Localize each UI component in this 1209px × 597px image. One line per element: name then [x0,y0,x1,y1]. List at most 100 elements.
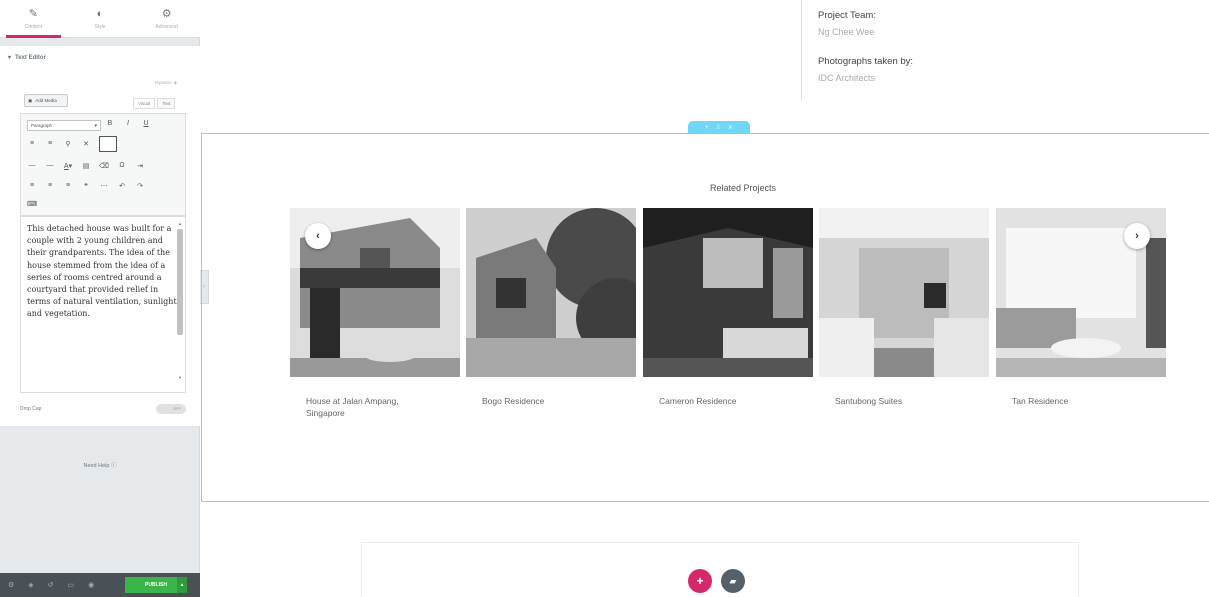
need-help-link[interactable]: Need Help ⓘ [0,461,200,469]
scroll-down-icon[interactable]: ▼ [177,375,183,381]
add-section-button[interactable]: + [688,569,712,593]
tab-advanced[interactable]: ⚙ Advanced [133,0,200,37]
numbered-list-icon[interactable]: ≡ [45,140,55,152]
plus-icon: + [696,574,704,588]
visual-tab[interactable]: Visual [133,98,156,109]
gear-icon: ⚙ [161,8,172,20]
text-editor-area[interactable]: This detached house was built for a coup… [20,216,186,393]
project-name-5[interactable]: Tan Residence [1012,395,1142,407]
paste-text-icon[interactable]: ▤ [81,162,91,170]
project-name-4[interactable]: Santubong Suites [835,395,965,407]
dynamic-tags-label: Dynamic [155,80,173,85]
project-image-4[interactable] [819,208,989,377]
caret-down-icon: ▾ [8,55,12,61]
editor-toolbar: Paragraph ▾ B I U ≡ ≡ ⚲ ✕ — — A▾ ▤ ⌫ Ω ⇥ … [20,113,186,216]
preview-icon[interactable]: ◉ [88,581,94,589]
help-icon: ⓘ [111,463,117,469]
carousel-prev-button[interactable]: ‹ [305,223,331,249]
link-icon[interactable]: ⚲ [63,140,73,152]
add-section-area [361,542,1079,597]
toolbar-row-1: B I U [105,120,151,127]
tab-advanced-label: Advanced [155,24,178,30]
tab-content[interactable]: ✎ Content [0,0,67,38]
align-right-icon[interactable]: ≡ [63,182,73,190]
italic-icon[interactable]: I [123,120,133,127]
project-team-label: Project Team: [818,10,876,21]
toolbar-toggle-box[interactable] [99,136,117,152]
photos-value: IDC Architects [818,73,876,83]
strikethrough-icon[interactable]: — [27,162,37,170]
chevron-up-icon[interactable]: ▴ [177,577,187,593]
text-color-icon[interactable]: A▾ [63,162,73,170]
section-header[interactable]: ▾ Text Editor [8,54,46,61]
underline-icon[interactable]: U [141,120,151,127]
template-library-button[interactable]: ▰ [721,569,745,593]
indent-icon[interactable]: ⇥ [135,162,145,170]
bullet-list-icon[interactable]: ≡ [27,140,37,152]
format-select-value: Paragraph [31,123,53,128]
special-char-icon[interactable]: Ω [117,162,127,170]
keyboard-icon[interactable]: ⌨ [27,200,37,208]
bold-icon[interactable]: B [105,120,115,127]
drop-cap-control: Drop Cap OFF [20,404,186,414]
format-select[interactable]: Paragraph ▾ [27,120,101,131]
add-media-button[interactable]: ▣ Add Media [24,94,68,107]
layers-icon[interactable]: ◈ [28,581,33,589]
project-team-value: Ng Chee Wee [818,27,875,37]
drag-handle-icon[interactable]: ⁞⁞ [717,125,720,131]
panel-footer: ⚙ ◈ ↺ ▭ ◉ PUBLISH ▴ [0,573,200,597]
related-projects-title: Related Projects [709,183,777,193]
editor-panel: ✎ Content ◐ Style ⚙ Advanced ▾ Text Edito… [0,0,200,597]
undo-icon[interactable]: ↶ [117,182,127,190]
dynamic-tags-button[interactable]: Dynamic ◈ [155,80,177,86]
carousel-next-button[interactable]: › [1124,223,1150,249]
tab-style-label: Style [94,24,106,30]
chevron-right-icon: › [1135,230,1139,242]
pencil-icon: ✎ [28,8,38,20]
editor-mode-tabs: Visual Text [133,98,176,109]
unlink-icon[interactable]: ✕ [81,140,91,152]
project-name-3[interactable]: Cameron Residence [659,395,789,407]
toolbar-row-5: ⌨ [27,200,37,208]
need-help-label: Need Help [83,463,110,469]
more-icon[interactable]: ⋯ [99,182,109,190]
panel-tabs: ✎ Content ◐ Style ⚙ Advanced [0,0,200,38]
project-image-2[interactable] [466,208,636,377]
publish-button[interactable]: PUBLISH ▴ [125,577,187,593]
media-icon: ▣ [28,97,33,103]
editor-scrollbar[interactable]: ▲ ▼ [177,221,183,381]
redo-icon[interactable]: ↷ [135,182,145,190]
toolbar-row-3: — — A▾ ▤ ⌫ Ω ⇥ [27,162,145,170]
horizontal-line-icon[interactable]: — [45,162,55,170]
project-name-1[interactable]: House at Jalan Ampang, Singapore [306,395,436,419]
section-title: Text Editor [15,55,46,61]
align-center-icon[interactable]: ≡ [45,182,55,190]
add-media-label: Add Media [35,98,57,103]
responsive-icon[interactable]: ▭ [68,581,75,589]
tab-content-label: Content [24,24,43,30]
settings-icon[interactable]: ⚙ [8,581,14,589]
clear-format-icon[interactable]: ⌫ [99,162,109,170]
chevron-down-icon: ▾ [94,123,97,129]
toolbar-row-4: ≡ ≡ ≡ ❝ ⋯ ↶ ↷ [27,182,145,190]
tab-style[interactable]: ◐ Style [67,0,134,37]
half-circle-icon: ◐ [96,8,104,20]
editor-content[interactable]: This detached house was built for a coup… [27,223,177,321]
align-left-icon[interactable]: ≡ [27,182,37,190]
text-tab[interactable]: Text [157,98,176,109]
blockquote-icon[interactable]: ❝ [81,182,91,190]
drop-cap-toggle[interactable]: OFF [156,404,186,414]
scroll-up-icon[interactable]: ▲ [177,221,183,227]
publish-label: PUBLISH [145,582,167,588]
folder-icon: ▰ [729,575,737,586]
project-name-2[interactable]: Bogo Residence [482,395,612,407]
photos-label: Photographs taken by: [818,56,914,67]
toolbar-row-2: ≡ ≡ ⚲ ✕ [27,136,117,152]
close-icon[interactable]: ✕ [728,124,733,131]
scroll-thumb[interactable] [177,229,183,335]
chevron-left-icon: ‹ [316,230,320,242]
history-icon[interactable]: ↺ [48,581,54,589]
add-section-icon[interactable]: + [705,125,709,131]
project-image-3[interactable] [643,208,813,377]
drop-cap-label: Drop Cap [20,406,42,412]
